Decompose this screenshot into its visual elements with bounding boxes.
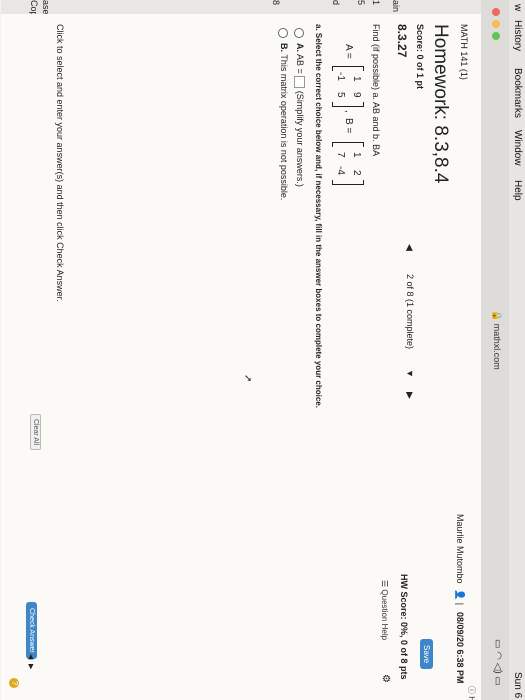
matrix-b-label: B =: [343, 118, 354, 134]
help-icon: ⓘ: [467, 686, 476, 697]
option-a-label: A.: [295, 43, 305, 52]
question-id: 8.3.27: [395, 24, 409, 58]
matrix-separator: ,: [343, 110, 354, 113]
browser-toolbar: 🔒 mathxl.com ▭ ◠ ◁) ▭: [480, 0, 509, 700]
clock: Sun 6: [512, 672, 523, 699]
close-window-icon[interactable]: [492, 8, 500, 16]
option-b-label: B.: [279, 43, 289, 52]
option-a-note: (Simplify your answers.): [295, 90, 305, 187]
user-name: Maurlie Mutombo: [455, 514, 465, 584]
matrix-a-label: A =: [343, 44, 354, 59]
sidebar-fragment: 8: [271, 0, 281, 6]
chevron-down-icon[interactable]: ▼: [405, 369, 415, 378]
menu-item-window[interactable]: Window: [512, 130, 523, 166]
answer-input[interactable]: [293, 76, 305, 89]
gear-icon[interactable]: ⚙: [380, 674, 391, 683]
instruction: a. Select the correct choice below and, …: [314, 24, 323, 408]
option-b[interactable]: B. This matrix operation is not possible…: [278, 28, 289, 200]
user-icon: 👤 |: [455, 589, 465, 606]
matrix-a-cell: 5: [335, 92, 346, 98]
screen: w History Bookmarks Window Help Sun 6 🔒 …: [0, 0, 525, 700]
matrix-a-cell: -1: [335, 72, 346, 81]
page-title: Homework: 8.3,8.4: [430, 24, 451, 184]
option-a-text: AB =: [295, 54, 305, 74]
left-sidebar: ain 1 5 d 8 ased Copyr: [1, 0, 481, 24]
display-icon: ▭: [492, 676, 503, 686]
matrix-b-cell: 7: [335, 152, 346, 158]
matrix-a-cell: 1: [351, 76, 362, 82]
volume-icon: ◁): [492, 662, 503, 674]
question-nav-select[interactable]: 2 of 8 (1 complete): [405, 274, 415, 349]
sidebar-fragment: 5: [356, 0, 366, 6]
score: Score: 0 of 1 pt: [415, 24, 425, 90]
minimize-window-icon[interactable]: [492, 20, 500, 28]
check-answer-button[interactable]: Check Answer: [26, 602, 37, 659]
hw-score: HW Score: 0%, 0 of 8 pts: [399, 574, 409, 680]
menu-item-bookmarks[interactable]: Bookmarks: [512, 68, 523, 118]
sidebar-fragment: d: [331, 0, 341, 6]
homework-panel: MATH 141 (1) Maurlie Mutombo 👤 | 08/09/2…: [1, 14, 481, 700]
matrix-a-right-bracket: [332, 102, 364, 107]
help-circle-icon[interactable]: ?: [9, 678, 19, 688]
next-icon[interactable]: ▶: [27, 664, 35, 669]
prev-question-icon[interactable]: ◀: [404, 244, 415, 251]
menu-bar: w History Bookmarks Window Help Sun 6: [508, 0, 525, 700]
matrix-a-left-bracket: [332, 66, 364, 71]
address-text: mathxl.com: [492, 323, 502, 370]
menu-item-view[interactable]: w: [512, 4, 523, 11]
matrix-b-cell: 2: [351, 170, 362, 176]
question-help-button[interactable]: ☰ Question Help: [380, 580, 389, 640]
sidebar-fragment: ain: [391, 0, 401, 13]
lock-icon: 🔒: [492, 310, 502, 322]
matrix-b-right-bracket: [332, 180, 364, 185]
menu-item-help[interactable]: Help: [512, 180, 523, 201]
sidebar-fragment: 1: [371, 0, 381, 6]
save-button[interactable]: Save: [420, 639, 433, 670]
option-b-text: This matrix operation is not possible.: [279, 54, 289, 201]
battery-icon: ▭: [492, 638, 503, 649]
date-time: 08/09/20 6:38 PM: [455, 612, 465, 684]
clear-all-button[interactable]: Clear All: [30, 414, 41, 451]
next-question-icon[interactable]: ▶: [404, 392, 415, 399]
matrix-b-left-bracket: [332, 142, 364, 147]
footer-hint: Click to select and enter your answer(s)…: [55, 24, 65, 302]
matrix-b-cell: 1: [351, 152, 362, 158]
question-prompt: Find (if possible) a. AB and b. BA: [371, 24, 381, 157]
system-tray: ▭ ◠ ◁) ▭: [492, 639, 503, 686]
option-a-radio[interactable]: [294, 28, 305, 38]
side-help-label: He: [467, 696, 476, 700]
cursor-icon: ➚: [242, 374, 253, 383]
address-bar[interactable]: 🔒 mathxl.com: [491, 310, 502, 370]
menu-item-history[interactable]: History: [512, 20, 523, 51]
option-a[interactable]: A. AB = (Simplify your answers.): [293, 28, 305, 187]
course-title: MATH 141 (1): [459, 24, 469, 80]
list-icon: ☰: [380, 580, 389, 590]
side-help[interactable]: ⓘ He: [466, 686, 477, 700]
prev-icon[interactable]: ◀: [27, 654, 35, 659]
matrix-b-cell: -4: [335, 166, 346, 175]
matrix-a-cell: 9: [351, 92, 362, 98]
question-help-label: Question Help: [380, 589, 389, 641]
wifi-icon: ◠: [492, 651, 503, 660]
option-b-radio[interactable]: [278, 28, 289, 38]
zoom-window-icon[interactable]: [492, 32, 500, 40]
